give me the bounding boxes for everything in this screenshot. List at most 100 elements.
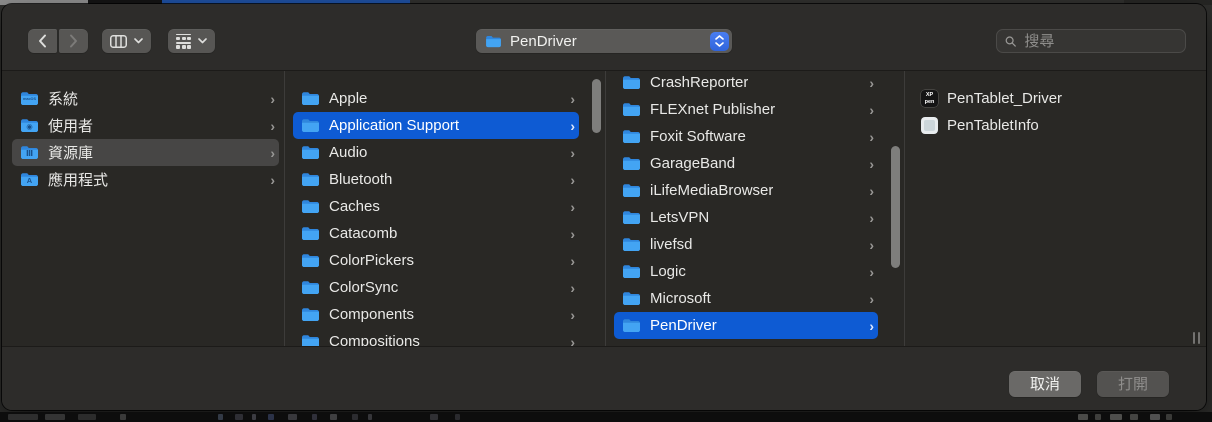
chevron-right-icon: › xyxy=(564,146,575,160)
background-noise xyxy=(352,414,358,420)
dialog-toolbar: PenDriver xyxy=(2,4,1206,70)
folder-badge: Ⅲ xyxy=(20,148,39,160)
group-view-icon xyxy=(176,34,191,49)
background-noise xyxy=(1166,414,1172,420)
file-row[interactable]: GarageBand› xyxy=(614,150,878,177)
file-row[interactable]: ColorPickers› xyxy=(293,247,579,274)
file-row[interactable]: Caches› xyxy=(293,193,579,220)
folder-icon xyxy=(622,237,641,252)
background-noise xyxy=(1095,414,1101,420)
popup-stepper-icon[interactable] xyxy=(710,32,729,51)
file-row[interactable]: ◉使用者› xyxy=(12,112,279,139)
chevron-right-icon: › xyxy=(264,146,275,160)
chevron-right-icon: › xyxy=(863,211,874,225)
file-row[interactable]: Application Support› xyxy=(293,112,579,139)
file-row[interactable]: Microsoft › xyxy=(614,285,878,312)
file-label: Audio xyxy=(329,144,367,161)
scrollbar-thumb[interactable] xyxy=(592,79,601,133)
file-row[interactable]: iLifeMediaBrowser › xyxy=(614,177,878,204)
folder-icon: A xyxy=(20,172,39,187)
file-row[interactable]: FLEXnet Publisher› xyxy=(614,96,878,123)
chevron-down-icon xyxy=(198,38,207,44)
file-row[interactable]: XPpenPenTablet_Driver xyxy=(913,85,1180,112)
folder-badge: ◉ xyxy=(20,121,39,133)
open-button[interactable]: 打開 xyxy=(1097,371,1169,397)
chevron-right-icon: › xyxy=(863,238,874,252)
background-noise xyxy=(252,414,256,420)
file-row[interactable]: Compositions› xyxy=(293,328,579,346)
file-label: Foxit Software xyxy=(650,128,746,145)
chevron-right-icon: › xyxy=(863,103,874,117)
chevron-right-icon: › xyxy=(264,173,275,187)
background-noise xyxy=(455,414,460,420)
file-row[interactable]: Bluetooth› xyxy=(293,166,579,193)
folder-badge: macOS xyxy=(20,94,39,106)
folder-icon xyxy=(301,307,320,322)
folder-icon xyxy=(622,75,641,90)
file-label: Caches xyxy=(329,198,380,215)
background-noise xyxy=(1150,414,1160,420)
file-row[interactable]: PenDriver› xyxy=(614,312,878,339)
file-row[interactable]: Ⅲ資源庫› xyxy=(12,139,279,166)
folder-icon xyxy=(622,102,641,117)
file-row[interactable]: A 應用程式 › xyxy=(12,166,279,193)
folder-icon xyxy=(301,253,320,268)
file-label: Microsoft xyxy=(650,290,711,307)
file-label: Logic xyxy=(650,263,686,280)
file-row[interactable]: Components› xyxy=(293,301,579,328)
chevron-right-icon: › xyxy=(863,184,874,198)
chevron-right-icon: › xyxy=(863,292,874,306)
folder-icon: ◉ xyxy=(20,118,39,133)
background-noise xyxy=(1130,414,1138,420)
group-view-button[interactable] xyxy=(168,29,215,53)
background-noise xyxy=(1110,414,1122,420)
background-noise xyxy=(45,414,65,420)
background-noise xyxy=(8,414,38,420)
file-row[interactable]: macOS系統› xyxy=(12,85,279,112)
file-label: Compositions xyxy=(329,333,420,346)
forward-button[interactable] xyxy=(59,29,88,53)
file-row[interactable]: Logic› xyxy=(614,258,878,285)
file-row[interactable]: Catacomb› xyxy=(293,220,579,247)
file-row[interactable]: LetsVPN› xyxy=(614,204,878,231)
back-button[interactable] xyxy=(28,29,57,53)
chevron-right-icon: › xyxy=(564,254,575,268)
xppen-app-icon: XPpen xyxy=(921,90,938,107)
column-places: macOS系統›◉使用者›Ⅲ資源庫›A應用程式› xyxy=(2,71,284,346)
search-icon xyxy=(1005,35,1016,48)
file-row[interactable]: ColorSync› xyxy=(293,274,579,301)
file-label: iLifeMediaBrowser xyxy=(650,182,773,199)
file-label: 應用程式 xyxy=(48,169,108,190)
scrollbar-thumb[interactable] xyxy=(891,146,900,268)
file-row[interactable]: CrashReporter› xyxy=(614,71,878,96)
background-noise xyxy=(368,414,372,420)
file-label: livefsd xyxy=(650,236,693,253)
column-view-button[interactable] xyxy=(102,29,151,53)
cancel-button[interactable]: 取消 xyxy=(1009,371,1081,397)
file-row[interactable]: Audio › xyxy=(293,139,579,166)
column-browser: macOS系統›◉使用者›Ⅲ資源庫›A應用程式› Apple›Applicati… xyxy=(2,70,1206,347)
file-label: 系統 xyxy=(48,88,78,109)
background-noise xyxy=(312,414,317,420)
chevron-right-icon: › xyxy=(564,92,575,106)
file-row[interactable]: livefsd › xyxy=(614,231,878,258)
location-popup[interactable]: PenDriver xyxy=(476,29,732,53)
file-label: 使用者 xyxy=(48,115,93,136)
search-input[interactable] xyxy=(1022,32,1177,51)
chevron-right-icon: › xyxy=(863,130,874,144)
chevron-right-icon xyxy=(69,34,78,48)
file-row[interactable]: Apple› xyxy=(293,85,579,112)
search-field[interactable] xyxy=(996,29,1186,53)
chevron-left-icon xyxy=(38,34,47,48)
column-view-icon xyxy=(110,35,127,48)
file-label: PenDriver xyxy=(650,317,717,334)
chevron-right-icon: › xyxy=(863,76,874,90)
chevron-right-icon: › xyxy=(863,157,874,171)
file-row[interactable]: PenTabletInfo xyxy=(913,112,1180,139)
column-resize-handle[interactable] xyxy=(1193,332,1200,344)
file-row[interactable]: Foxit Software › xyxy=(614,123,878,150)
chevron-right-icon: › xyxy=(564,281,575,295)
column-library: Apple›Application Support› Audio › Bluetoot… xyxy=(285,71,605,346)
folder-icon xyxy=(622,264,641,279)
folder-icon xyxy=(622,291,641,306)
